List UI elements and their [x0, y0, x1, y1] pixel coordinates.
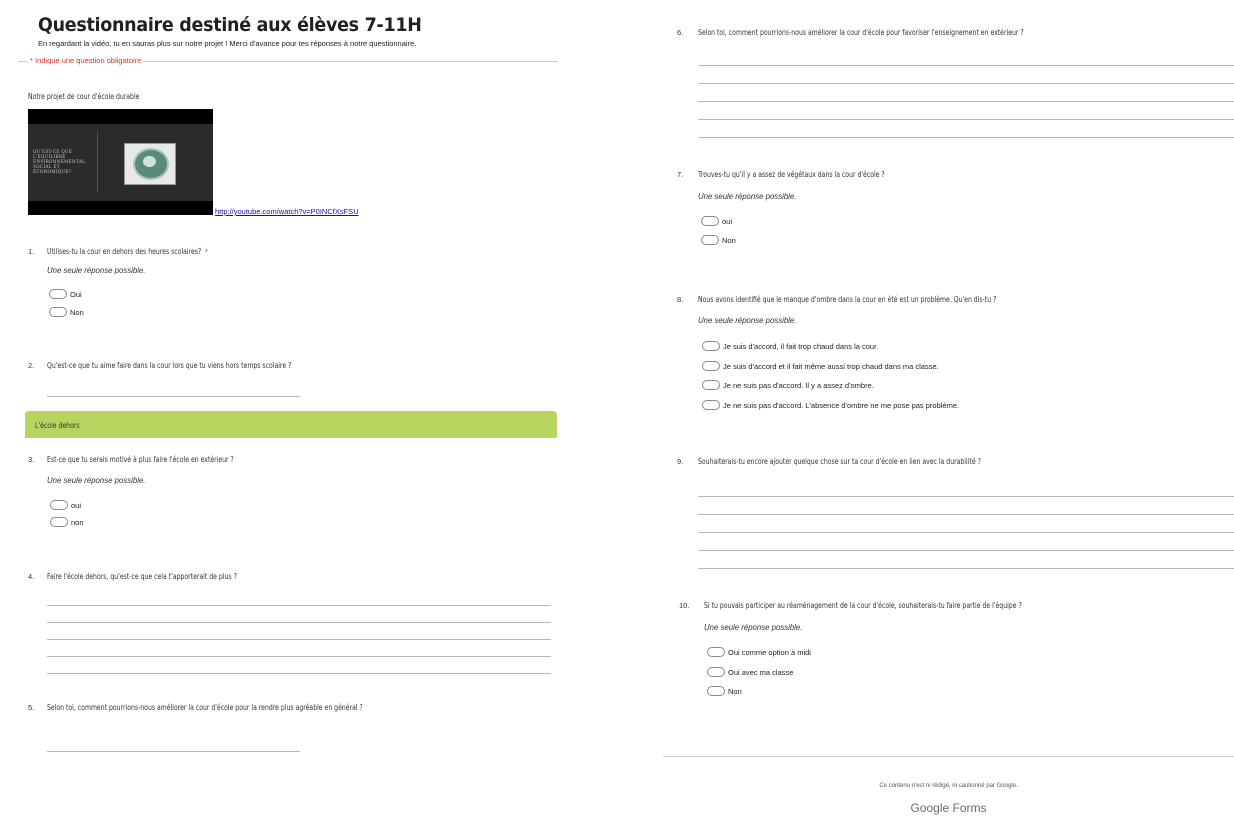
youtube-link[interactable]: http://youtube.com/watch?v=P0INCfXsFSU	[215, 207, 359, 216]
q8-option-label: Je suis d'accord et il fait même aussi t…	[723, 362, 939, 371]
q6-number: 6.	[677, 28, 684, 37]
q1-option-label: Oui	[70, 290, 82, 299]
google-forms-logo: Google Forms	[663, 801, 1234, 815]
q3-hint: Une seule réponse possible.	[47, 476, 146, 485]
q4-answer-line[interactable]	[47, 622, 551, 623]
footer-divider	[663, 756, 1234, 757]
q4-text: Faire l'école dehors, qu'est-ce que cela…	[47, 572, 237, 581]
q7-option-label: Non	[722, 236, 736, 245]
q4-answer-line[interactable]	[47, 673, 551, 674]
required-note: * Indique une question obligatoire	[28, 56, 144, 65]
q8-radio-option-2[interactable]	[702, 361, 720, 371]
q4-number: 4.	[28, 572, 35, 581]
q4-answer-line[interactable]	[47, 605, 551, 606]
q8-radio-option-1[interactable]	[702, 341, 720, 351]
section-header	[25, 411, 557, 438]
q8-option-label: Je ne suis pas d'accord. Il y a assez d'…	[723, 381, 874, 390]
form-description: En regardant la vidéo, tu en sauras plus…	[38, 39, 417, 48]
q3-option-label: oui	[71, 501, 82, 510]
q10-option-label: Oui comme option à midi	[728, 648, 811, 657]
q10-radio-midi[interactable]	[707, 647, 725, 657]
q6-answer-line[interactable]	[698, 101, 1234, 102]
q6-answer-line[interactable]	[698, 83, 1234, 84]
q9-text: Souhaiterais-tu encore ajouter quelque c…	[698, 457, 981, 466]
q8-radio-option-4[interactable]	[702, 400, 720, 410]
q10-radio-non[interactable]	[707, 686, 725, 696]
q8-option-label: Je ne suis pas d'accord. L'absence d'omb…	[723, 401, 960, 410]
q4-answer-line[interactable]	[47, 639, 551, 640]
q10-hint: Une seule réponse possible.	[704, 623, 803, 632]
q9-number: 9.	[677, 457, 684, 466]
section-title: L'école dehors	[35, 421, 80, 430]
q2-number: 2.	[28, 361, 35, 370]
q1-text: Utilises-tu la cour en dehors des heures…	[47, 247, 202, 256]
q5-number: 5.	[28, 703, 35, 712]
q8-option-label: Je suis d'accord, il fait trop chaud dan…	[723, 342, 879, 351]
forms-wordmark: Forms	[952, 801, 987, 815]
q1-radio-oui[interactable]	[49, 289, 67, 299]
q4-answer-line[interactable]	[47, 656, 551, 657]
q5-text: Selon toi, comment pourrions-nous amélio…	[47, 703, 363, 712]
q1-option-label: Non	[70, 308, 84, 317]
q9-answer-line[interactable]	[698, 496, 1234, 497]
q7-option-label: oui	[722, 217, 733, 226]
q7-radio-non[interactable]	[701, 235, 719, 245]
q3-radio-non[interactable]	[50, 517, 68, 527]
q6-answer-line[interactable]	[698, 119, 1234, 120]
video-caption: QU'EST-CE QUE L'ÉQUILIBRE ENVIRONNEMENTA…	[33, 149, 87, 174]
q6-answer-line[interactable]	[698, 65, 1234, 66]
q8-hint: Une seule réponse possible.	[698, 316, 797, 325]
q2-text: Qu'est-ce que tu aime faire dans la cour…	[47, 361, 292, 370]
q3-option-label: non	[71, 518, 84, 527]
q7-number: 7.	[677, 170, 684, 179]
q6-answer-line[interactable]	[698, 137, 1234, 138]
q10-text: Si tu pouvais participer au réaménagemen…	[704, 601, 1022, 610]
q10-radio-classe[interactable]	[707, 667, 725, 677]
diagram-core	[143, 156, 156, 167]
q9-answer-line[interactable]	[698, 568, 1234, 569]
q9-answer-line[interactable]	[698, 550, 1234, 551]
q3-number: 3.	[28, 455, 35, 464]
q7-text: Trouves-tu qu'il y a assez de végétaux d…	[698, 170, 885, 179]
form-title: Questionnaire destiné aux élèves 7-11H	[38, 14, 422, 36]
video-divider	[97, 131, 98, 192]
q8-text: Nous avons identifié que le manque d'omb…	[698, 295, 997, 304]
google-wordmark: Google	[910, 801, 950, 815]
q2-answer-field[interactable]	[47, 396, 300, 397]
video-block-label: Notre projet de cour d'école durable	[28, 92, 140, 101]
q1-number: 1.	[28, 247, 35, 256]
q7-hint: Une seule réponse possible.	[698, 192, 797, 201]
q10-number: 10.	[679, 601, 690, 610]
q8-number: 8.	[677, 295, 684, 304]
q7-radio-oui[interactable]	[701, 216, 719, 226]
q5-answer-field[interactable]	[47, 751, 300, 752]
q10-option-label: Oui avec ma classe	[728, 668, 794, 677]
q10-option-label: Non	[728, 687, 742, 696]
q9-answer-line[interactable]	[698, 532, 1234, 533]
q3-radio-oui[interactable]	[50, 500, 68, 510]
q1-radio-non[interactable]	[49, 307, 67, 317]
footer-disclaimer: Ce contenu n'est ni rédigé, ni cautionné…	[879, 783, 1018, 789]
q6-text: Selon toi, comment pourrions-nous amélio…	[698, 28, 1024, 37]
q8-radio-option-3[interactable]	[702, 380, 720, 390]
q3-text: Est-ce que tu serais motivé à plus faire…	[47, 455, 234, 464]
q1-required-star: *	[205, 247, 208, 256]
q1-hint: Une seule réponse possible.	[47, 266, 146, 275]
q9-answer-line[interactable]	[698, 514, 1234, 515]
